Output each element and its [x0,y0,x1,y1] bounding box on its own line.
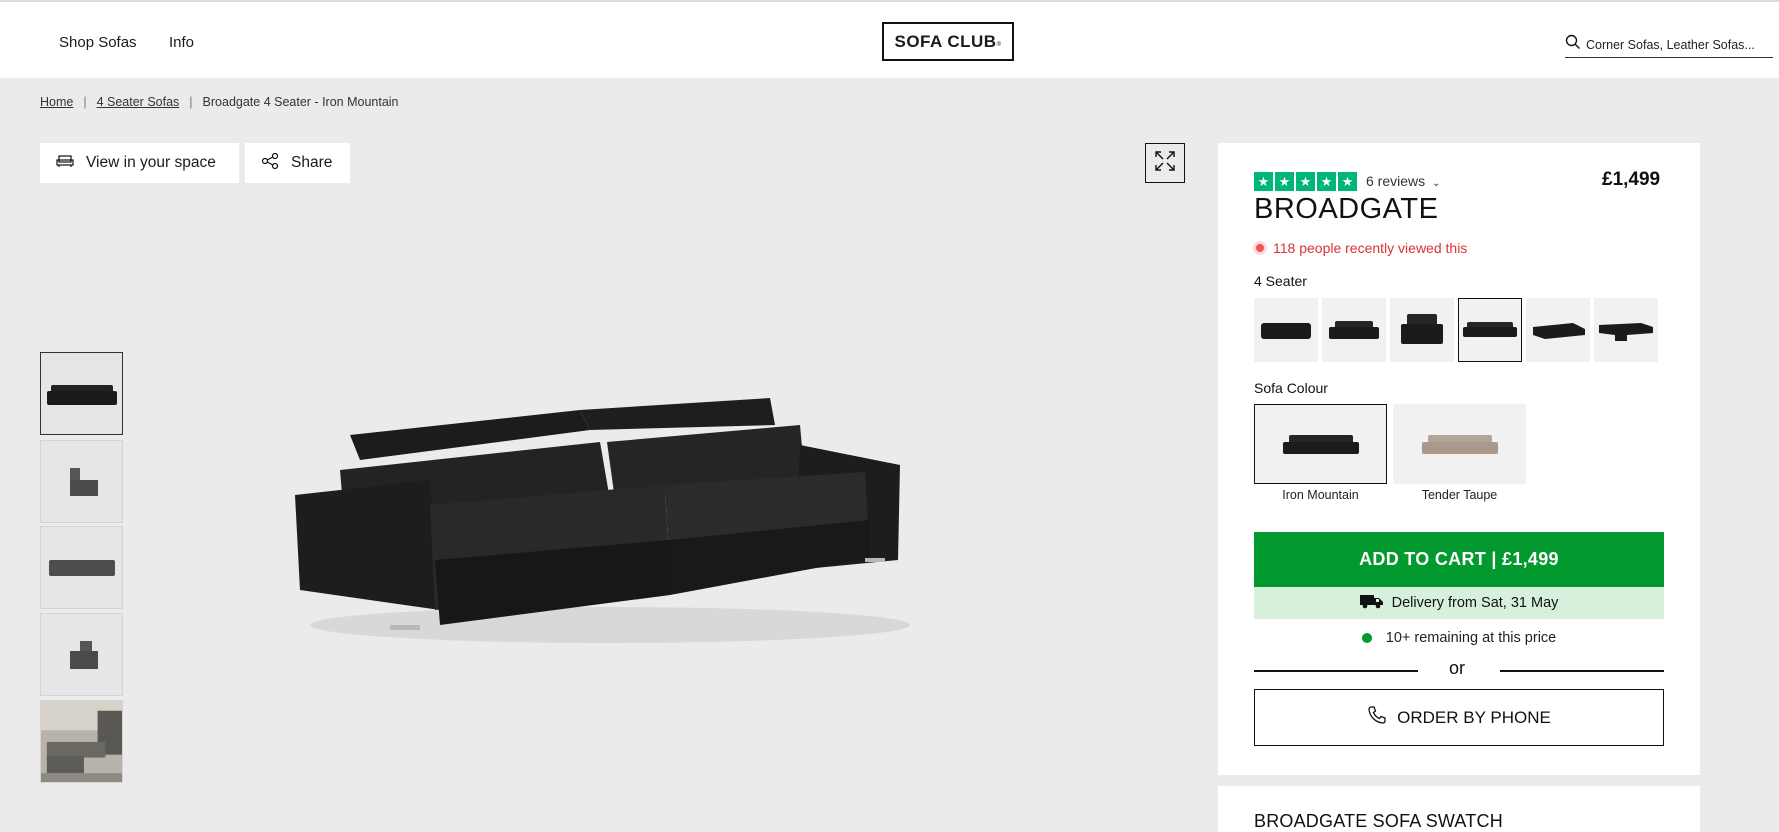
star-icon: ★ [1275,172,1294,191]
reviews-link[interactable]: 6 reviews ⌄ [1366,173,1440,189]
gallery-thumbnail[interactable] [40,352,123,435]
reviews-label: 6 reviews [1366,173,1426,189]
stock-status: 10+ remaining at this price [1254,630,1664,646]
sofa-side-low-thumb-image [69,640,98,669]
star-icon: ★ [1338,172,1357,191]
or-divider-text: or [1449,658,1466,678]
breadcrumb-home[interactable]: Home [40,95,73,109]
in-stock-dot-icon [1361,633,1372,643]
search-icon[interactable] [1565,34,1586,55]
size-option-4-seater[interactable] [1458,298,1522,362]
armchair-image [1401,314,1443,344]
colour-option-tender-taupe[interactable] [1393,404,1526,484]
footstool-image [1261,323,1311,339]
divider-line [1500,670,1664,672]
gallery-thumbnail[interactable] [40,440,123,523]
iron-mountain-sofa-image [1282,435,1359,454]
breadcrumb-separator: | [189,95,193,109]
view-in-your-space-label: View in your space [86,154,216,171]
pulse-dot-icon [1256,244,1264,252]
colour-option-iron-mountain[interactable] [1254,404,1387,484]
add-to-cart-button[interactable]: ADD TO CART | £1,499 [1254,532,1664,587]
size-option-armchair[interactable] [1390,298,1454,362]
star-icon: ★ [1254,172,1273,191]
colour-name-tender-taupe: Tender Taupe [1421,488,1498,502]
tender-taupe-sofa-image [1421,435,1498,454]
sofa-lifestyle-thumb-image [41,701,122,782]
order-by-phone-button[interactable]: ORDER BY PHONE [1254,689,1664,746]
search-bar[interactable] [1565,32,1773,58]
gallery-thumbnail[interactable] [40,700,123,783]
share-label: Share [291,154,333,171]
4-seater-image [1463,322,1517,337]
site-header: Shop Sofas Info SOFA CLUB ® [0,0,1779,78]
product-title: BROADGATE [1254,193,1439,225]
gallery-thumbnail[interactable] [40,613,123,696]
star-icon: ★ [1296,172,1315,191]
size-option-2-seater[interactable] [1322,298,1386,362]
star-icon: ★ [1317,172,1336,191]
sofa-outline-icon [56,154,86,173]
delivery-text: Delivery from Sat, 31 May [1391,595,1559,611]
large-corner-sofa-image [1599,323,1653,341]
recently-viewed-notice: 118 people recently viewed this [1256,240,1467,256]
fullscreen-button[interactable] [1145,143,1185,183]
sofa-side-thumb-image [69,467,98,496]
sofa-colour-label: Sofa Colour [1254,380,1328,396]
registered-mark: ® [996,41,1002,48]
product-main-image [270,380,910,655]
delivery-banner: Delivery from Sat, 31 May [1254,587,1664,619]
recently-viewed-text: 118 people recently viewed this [1273,240,1468,256]
corner-sofa-image [1533,323,1585,339]
trustpilot-rating[interactable]: ★ ★ ★ ★ ★ [1254,172,1359,191]
view-in-your-space-button[interactable]: View in your space [40,143,239,183]
share-button[interactable]: Share [245,143,350,183]
delivery-truck-icon [1359,593,1392,613]
nav-info[interactable]: Info [169,34,194,51]
2-seater-image [1329,321,1379,339]
phone-icon [1367,705,1397,730]
nav-shop-sofas[interactable]: Shop Sofas [59,34,137,51]
colour-name-iron-mountain: Iron Mountain [1282,488,1359,502]
divider-line [1254,670,1418,672]
order-by-phone-label: ORDER BY PHONE [1397,707,1551,727]
product-price: £1,499 [1602,169,1661,190]
sofa-front-thumb-image [46,384,117,405]
expand-arrows-icon [1154,150,1176,177]
logo-text: SOFA CLUB [894,31,997,51]
site-logo[interactable]: SOFA CLUB ® [882,22,1014,61]
breadcrumb-4-seater-sofas[interactable]: 4 Seater Sofas [97,95,180,109]
breadcrumb: Home | 4 Seater Sofas | Broadgate 4 Seat… [40,95,399,109]
breadcrumb-current: Broadgate 4 Seater - Iron Mountain [202,95,399,109]
gallery-thumbnail[interactable] [40,526,123,609]
chevron-down-icon: ⌄ [1432,178,1441,189]
breadcrumb-separator: | [83,95,87,109]
size-label: 4 Seater [1254,273,1307,289]
size-option-corner[interactable] [1526,298,1590,362]
stock-status-text: 10+ remaining at this price [1385,630,1557,646]
size-option-large-corner[interactable] [1594,298,1658,362]
search-input[interactable] [1586,37,1766,52]
size-option-footstool[interactable] [1254,298,1318,362]
swatch-section-title: BROADGATE SOFA SWATCH [1254,811,1503,831]
sofa-front-low-thumb-image [48,559,115,576]
share-icon [261,152,291,175]
